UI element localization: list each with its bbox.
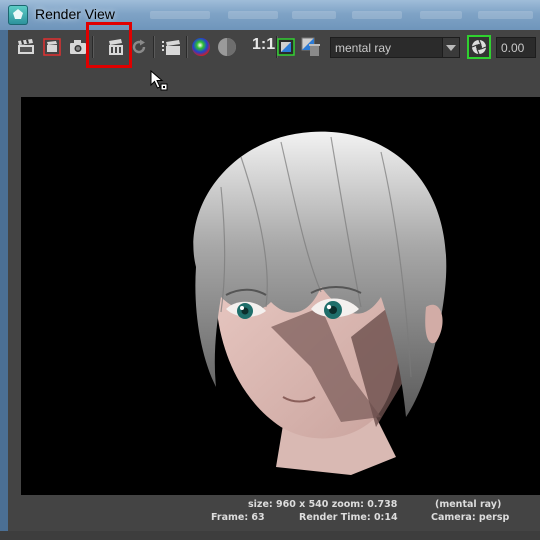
- remove-image-button[interactable]: [301, 37, 321, 57]
- snapshot-button[interactable]: [68, 37, 88, 57]
- toolbar-separator: [153, 36, 155, 58]
- image-size-zoom: size: 960 x 540 zoom: 0.738: [248, 499, 398, 510]
- menu-ghost-text: [292, 11, 336, 19]
- rendered-character-head-image: [193, 131, 447, 475]
- title-bar: Render View: [0, 0, 540, 31]
- render-region-button[interactable]: [42, 37, 62, 57]
- render-status-bar: size: 960 x 540 zoom: 0.738 (mental ray)…: [21, 495, 540, 531]
- render-sequence-button[interactable]: [161, 37, 181, 57]
- highlight-annotation: [86, 22, 132, 68]
- window-frame-bottom: [0, 531, 540, 540]
- alpha-channel-icon: [218, 38, 236, 56]
- exposure-input[interactable]: 0.00: [496, 37, 536, 58]
- display-alpha-channel-button[interactable]: [217, 37, 237, 57]
- display-rgb-channels-button[interactable]: [191, 37, 211, 57]
- keep-image-button[interactable]: [276, 37, 296, 57]
- chevron-down-icon[interactable]: [442, 38, 459, 57]
- window-frame-left: [0, 30, 8, 540]
- clapboard-icon: [18, 39, 34, 54]
- redo-previous-render-button[interactable]: [16, 37, 36, 57]
- menu-ghost-text: [352, 11, 402, 19]
- rgb-channels-icon: [192, 38, 210, 56]
- exposure-icon[interactable]: [467, 35, 491, 59]
- renderer-value: mental ray: [335, 41, 392, 55]
- menu-ghost-text: [420, 11, 462, 19]
- camera-name: Camera: persp: [431, 512, 510, 523]
- frame-number: Frame: 63: [211, 512, 265, 523]
- clapboard-sequence-icon: [162, 40, 180, 55]
- camera-icon: [70, 40, 86, 54]
- keep-image-icon: [277, 38, 295, 56]
- clapboard-region-icon: [43, 38, 61, 56]
- panel-gutter: [8, 64, 21, 531]
- mouse-cursor-icon: [150, 69, 170, 97]
- menu-ghost-text: [228, 11, 278, 19]
- real-size-button[interactable]: 1:1: [252, 36, 275, 54]
- render-viewport[interactable]: [21, 97, 540, 495]
- aperture-icon: [471, 39, 487, 55]
- renderer-label: (mental ray): [435, 499, 502, 510]
- menu-ghost-text: [150, 11, 210, 19]
- maya-app-icon: [8, 5, 28, 25]
- menu-ghost-text: [478, 11, 533, 19]
- remove-image-icon: [301, 37, 320, 56]
- render-time: Render Time: 0:14: [299, 512, 398, 523]
- refresh-icon: [132, 39, 146, 54]
- toolbar-separator: [186, 36, 188, 58]
- renderer-dropdown[interactable]: mental ray: [330, 37, 460, 58]
- refresh-ipr-button[interactable]: [129, 37, 149, 57]
- window-title: Render View: [35, 6, 115, 22]
